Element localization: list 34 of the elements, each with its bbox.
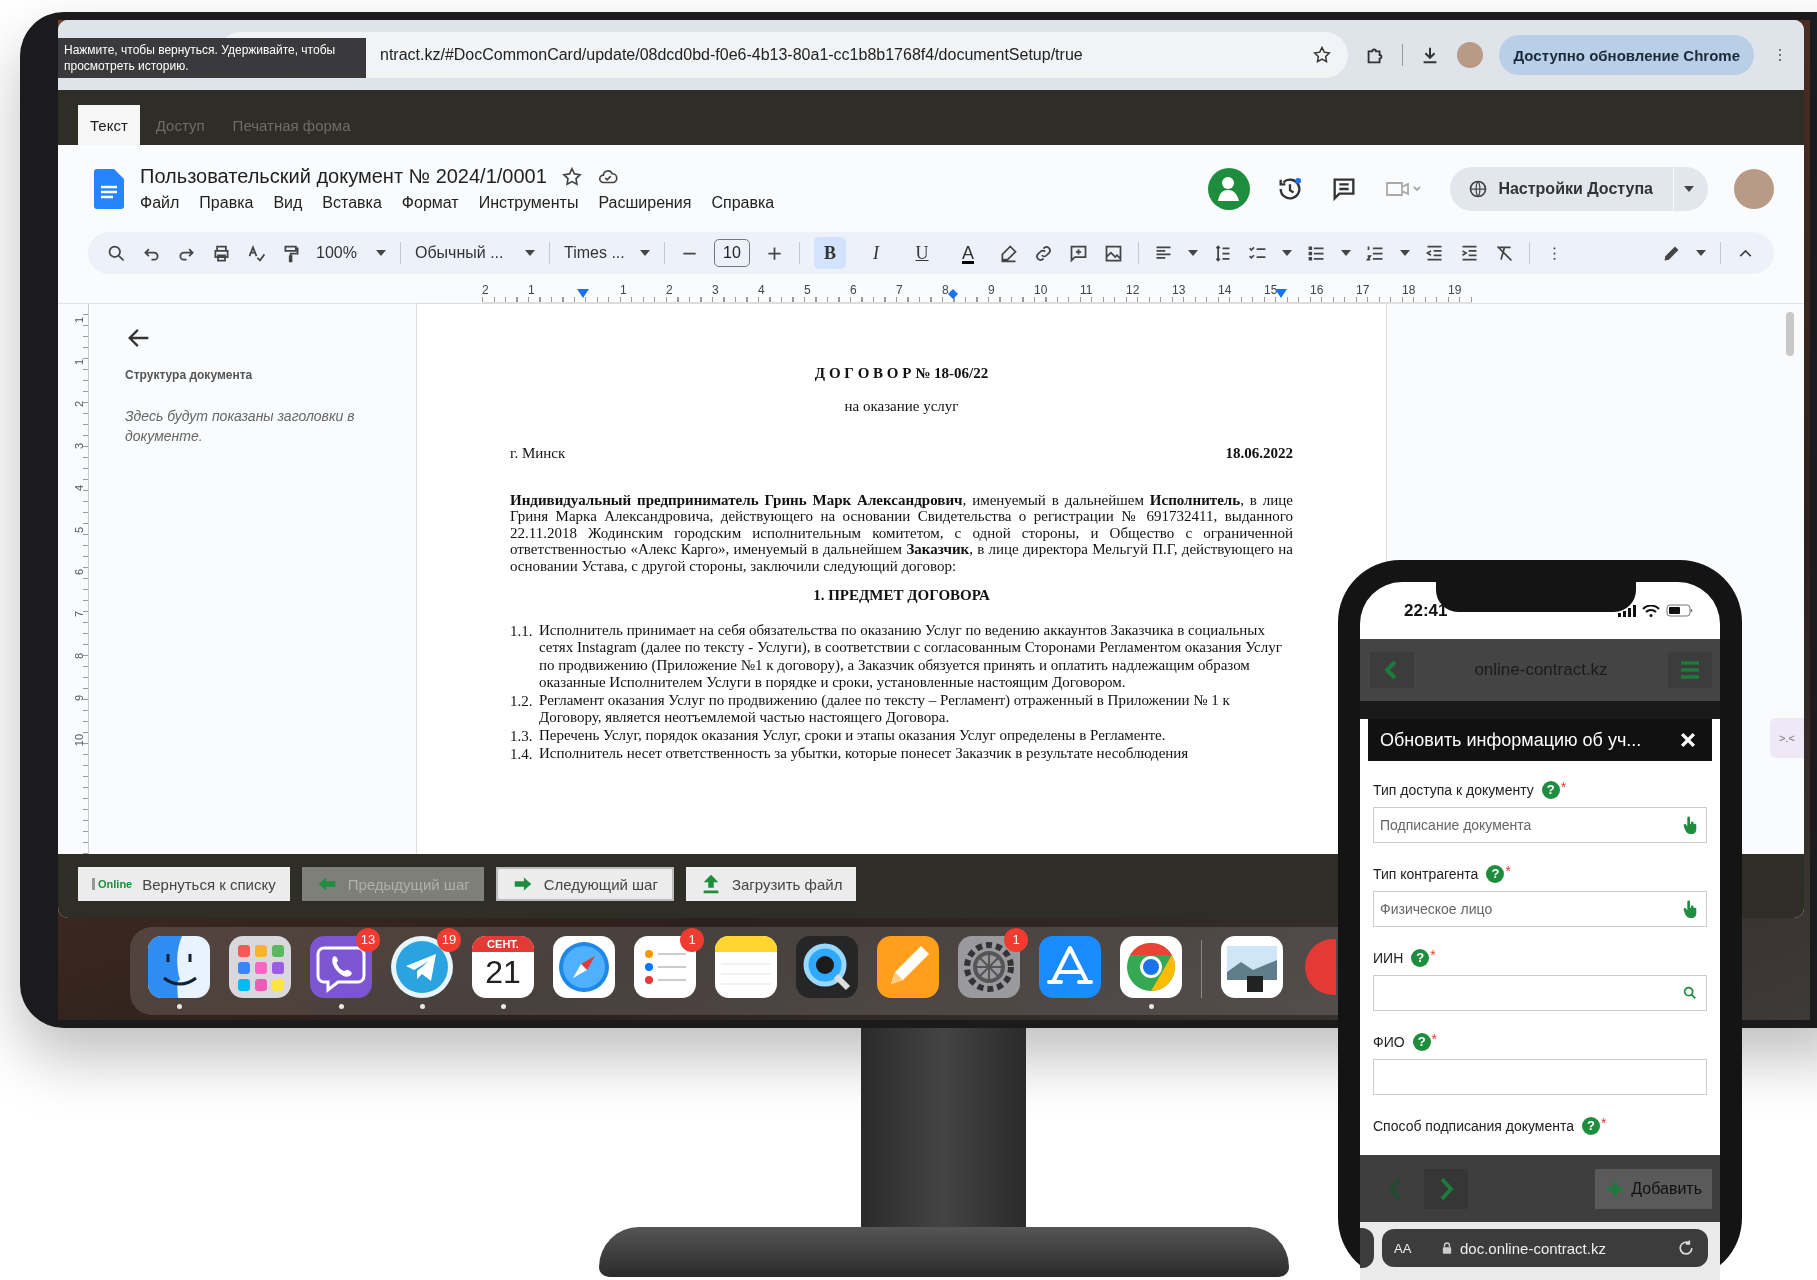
required-mark: * [1560,779,1567,795]
notification-badge: 1 [1004,928,1028,952]
modal-title: Обновить информацию об уч... [1380,729,1642,751]
required-mark: * [1431,1031,1438,1047]
outline-heading: Структура документа [125,368,254,382]
field-label: ФИО [1373,1034,1405,1050]
required-mark: * [1505,863,1511,879]
section-heading: 1. ПРЕДМЕТ ДОГОВОРА [812,586,991,605]
logo: Online [92,878,133,890]
notification-badge: 13 [356,928,380,952]
notification-badge: 19 [437,928,461,952]
clause-text: Перечень Услуг, порядок оказания Услуг, сроки и этапы оказания Услуг определены в Регламенте. [539,726,1166,745]
clause-number: 1.4. [510,745,534,764]
clause-number: 1.3. [510,726,534,745]
contract-title: Д О Г О В О Р № 18-06/22 [813,364,990,383]
required-mark: * [1601,1115,1607,1131]
clause-number: 1.1. [510,621,534,641]
status-time: 22:41 [1404,600,1448,621]
clause-number: 1.2. [510,691,534,711]
required-mark: * [1430,947,1436,963]
tooltip: Нажмите, чтобы вернуться. Удерживайте, чтобы просмотреть историю. [58,38,366,78]
outline-hint: Здесь будут показаны заголовки в документе. [125,407,356,446]
contract-paragraph: Индивидуальный предприниматель Гринь Марк Александрович, именуемый в дальнейшем Исполнитель, в лице Гриня Марка Александровича, действующего на основании Свидетельства о регистрации № 691732411, выданного 22.11.2018 Жодинским городским исполнительным комитетом, с одной стороны, и Общество с ограниченной ответственностью «Алекс Карго», именуемый в дальнейшем Заказчик, в лице директора Мельгуй П.Г, действующего на основании Устава, с другой стороны, заключили следующий договор: [510,491,1293,574]
field-label: Тип контрагента [1373,866,1479,882]
field-label: Способ подписания документа [1373,1118,1575,1134]
clause-text: Исполнитель принимает на себя обязательства по оказанию Услуг по ведению аккаунтов Заказчика в социальных сетях Instagram (далее по тексту - Услуги), в соответствии с согласованным Сторонами Регламентом оказания Услуг по продвижению (Приложение №1 к договору), а Заказчик обязуется принять и оплатить надлежащим образом оказанные Исполнителем Услуги в порядке и сроки, установленные настоящим Договором. [539,621,1283,692]
clause-text: Исполнитель несет ответственность за убытки, которые понесет Заказчик в результате несоблюдения [539,745,1189,763]
field-label: ИИН [1373,950,1404,966]
contract-subtitle: на оказание услуг [843,396,960,415]
contract-city: г. Минск [510,444,566,463]
contract-date: 18.06.2022 [1225,444,1293,463]
field-label: Тип доступа к документу [1373,782,1534,798]
clause-text: Регламент оказания Услуг по продвижению (далее по тексту – Регламент) отраженный в Приложении № 1 к Договору, является неотъемлемой частью настоящего Договора. [539,691,1231,727]
notification-badge: 1 [680,928,704,952]
